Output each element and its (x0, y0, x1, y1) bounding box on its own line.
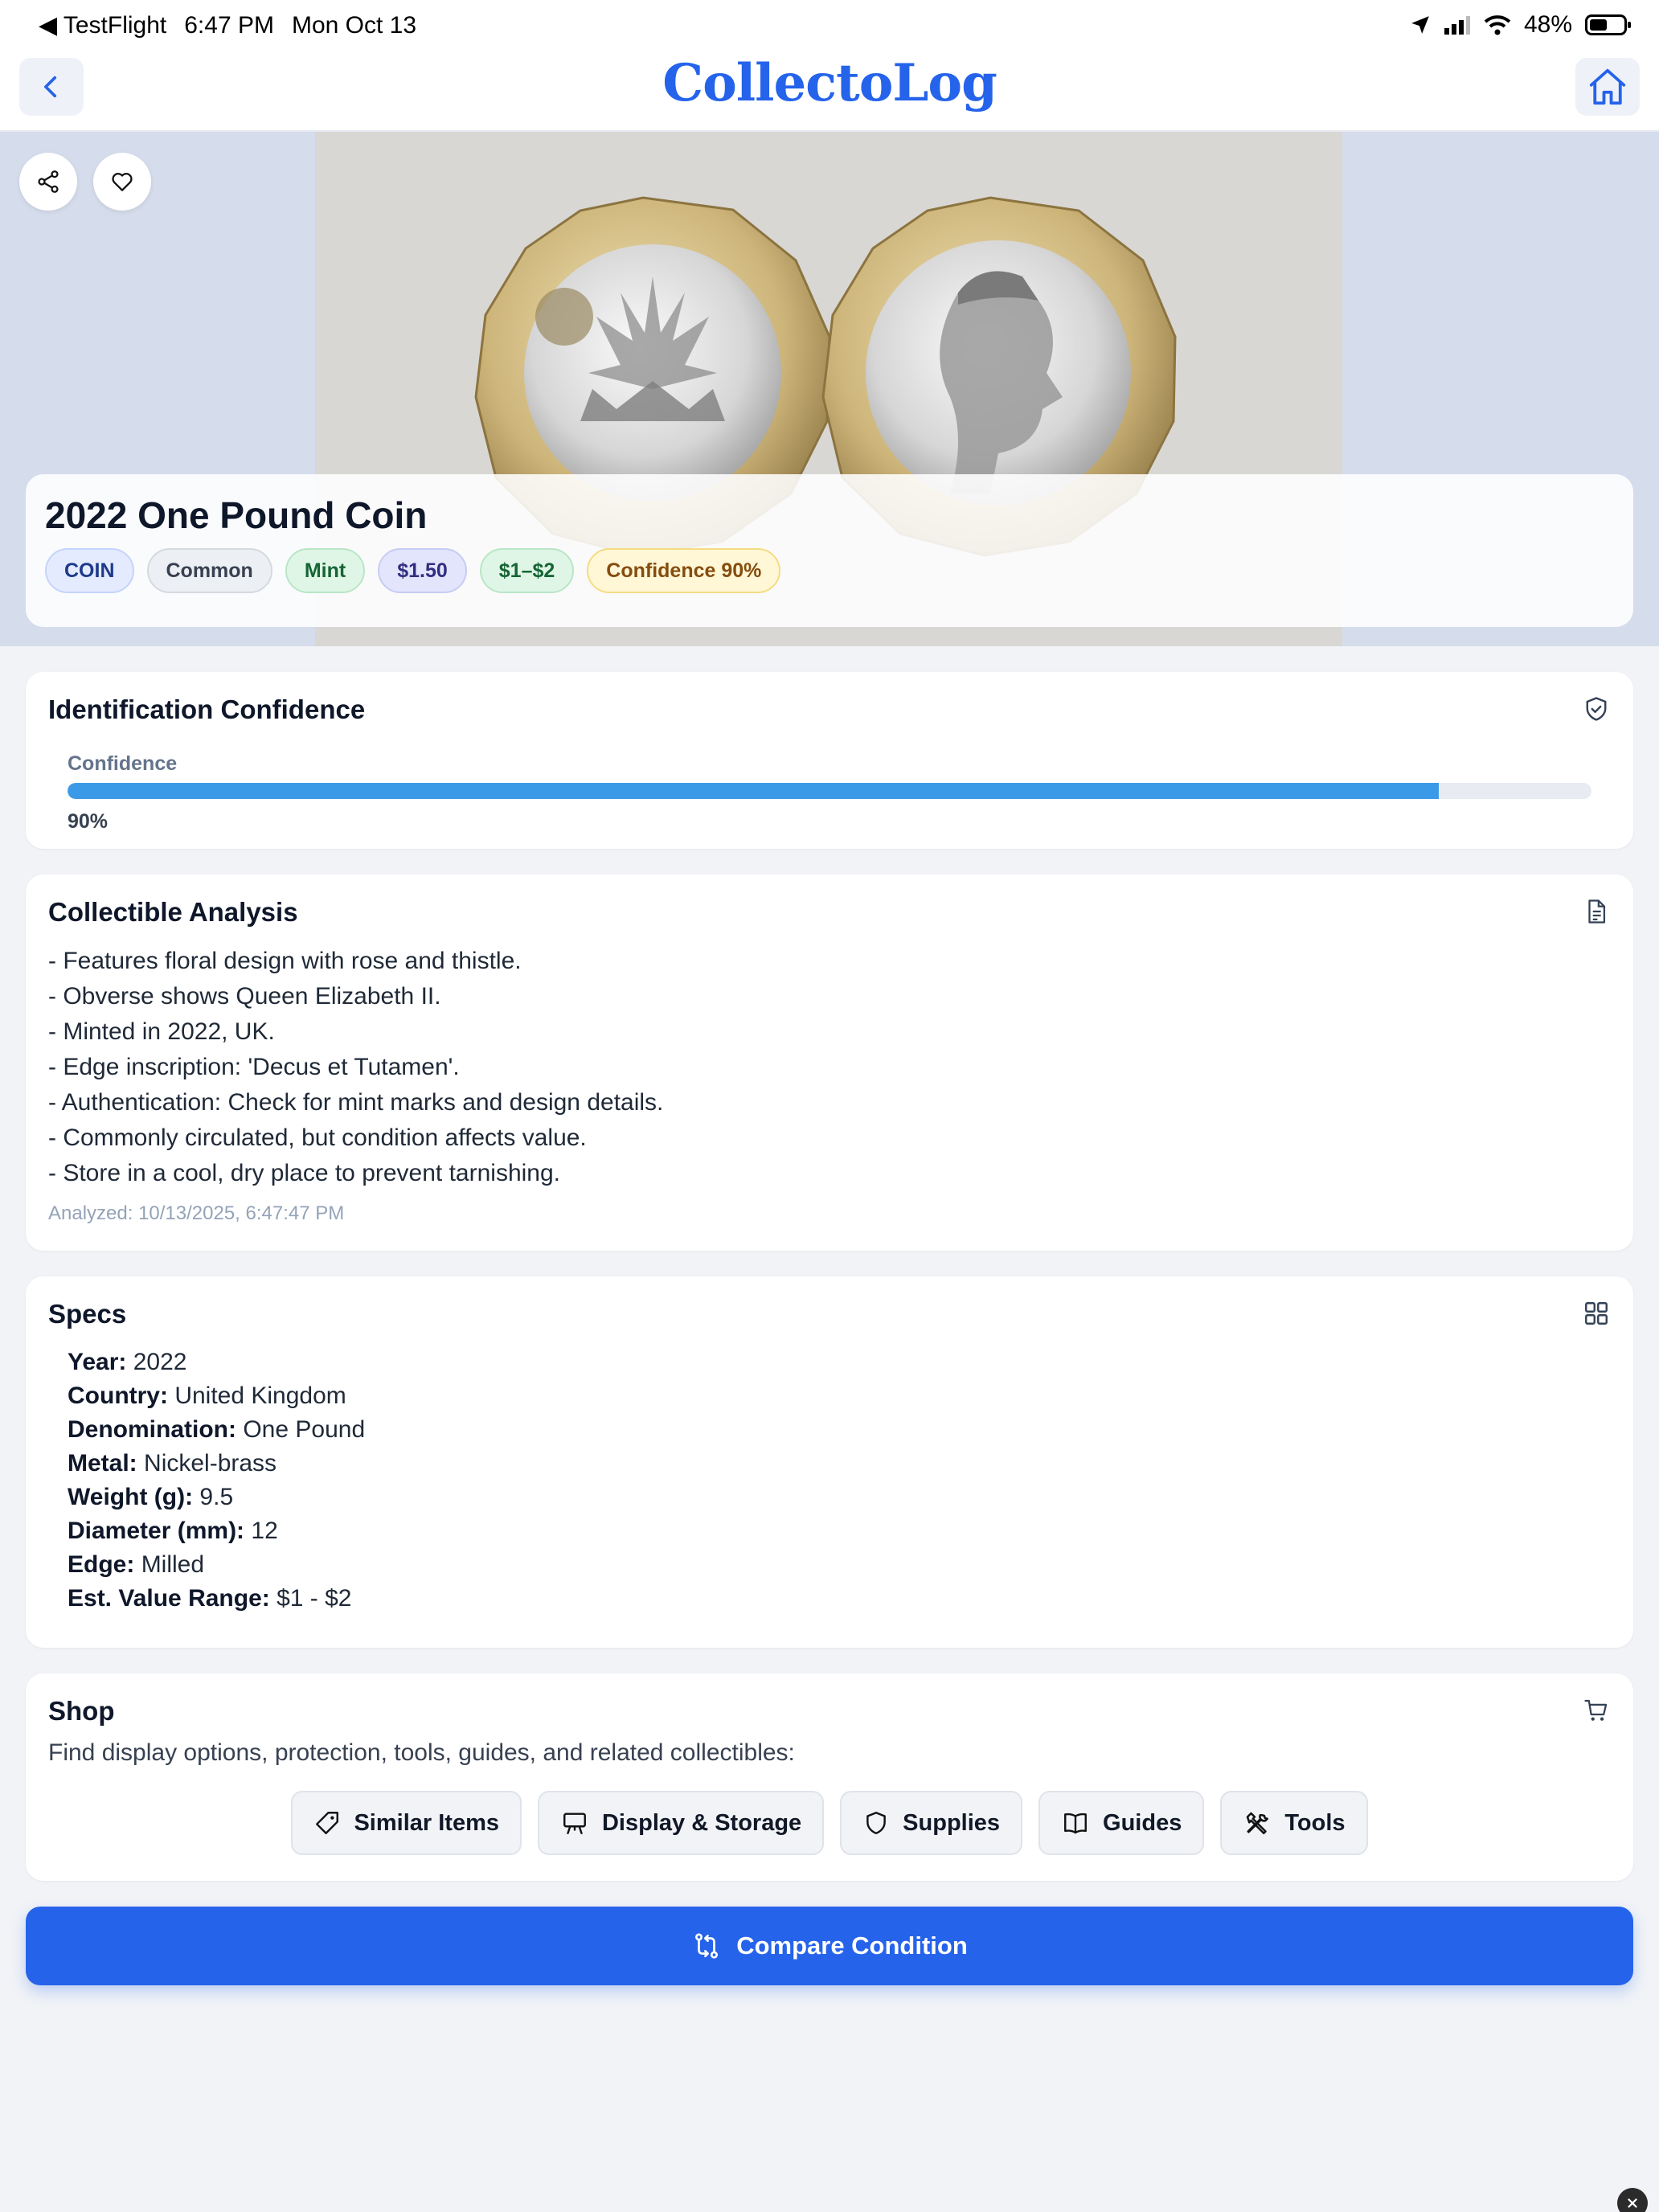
spec-label: Country: (68, 1382, 168, 1409)
back-to-app-link[interactable]: ◀ TestFlight (39, 11, 166, 39)
wifi-icon (1484, 15, 1511, 35)
shop-card: Shop Find display options, protection, t… (26, 1673, 1633, 1881)
status-bar: ◀ TestFlight 6:47 PM Mon Oct 13 48% (0, 0, 1659, 51)
similar-items-label: Similar Items (354, 1809, 499, 1836)
cellular-signal-icon (1444, 16, 1470, 35)
spec-row: Country: United Kingdom (68, 1379, 365, 1413)
tools-icon (1247, 1812, 1269, 1835)
spec-label: Metal: (68, 1450, 137, 1477)
specs-card-title: Specs (48, 1299, 127, 1329)
type-badge: COIN (45, 548, 134, 593)
close-overlay-button[interactable] (1617, 2188, 1648, 2212)
item-title: 2022 One Pound Coin (45, 494, 428, 536)
spec-value: Milled (141, 1551, 205, 1578)
tag-icon (316, 1812, 339, 1834)
analysis-list: - Features floral design with rose and t… (48, 944, 663, 1191)
price-badge: $1.50 (378, 548, 467, 593)
confidence-card-title: Identification Confidence (48, 694, 366, 724)
item-tags: COIN Common Mint $1.50 $1–$2 Confidence … (45, 548, 781, 593)
item-title-card: 2022 One Pound Coin COIN Common Mint $1.… (26, 474, 1633, 627)
shield-check-icon (1580, 693, 1612, 725)
home-button[interactable] (1575, 58, 1640, 116)
spec-value: United Kingdom (174, 1382, 346, 1409)
shop-card-title: Shop (48, 1696, 115, 1726)
value-range-badge: $1–$2 (479, 548, 575, 593)
spec-label: Weight (g): (68, 1484, 194, 1510)
analysis-card: Collectible Analysis - Features floral d… (26, 875, 1633, 1251)
spec-value: 12 (251, 1518, 278, 1544)
home-icon (1589, 68, 1626, 105)
confidence-badge: Confidence 90% (587, 548, 781, 593)
spec-value: 9.5 (199, 1484, 234, 1510)
confidence-label: Confidence (68, 752, 178, 775)
battery-icon (1585, 14, 1631, 35)
tools-label: Tools (1284, 1809, 1346, 1836)
tools-button[interactable]: Tools (1220, 1791, 1368, 1855)
analysis-line: - Obverse shows Queen Elizabeth II. (48, 983, 441, 1010)
spec-row: Est. Value Range: $1 - $2 (68, 1582, 365, 1616)
compare-condition-label: Compare Condition (736, 1931, 968, 1960)
close-icon (1628, 2198, 1637, 2208)
guides-button[interactable]: Guides (1038, 1791, 1205, 1855)
location-icon (1411, 16, 1429, 34)
analysis-line: - Commonly circulated, but condition aff… (48, 1124, 587, 1151)
confidence-value: 90% (68, 810, 109, 833)
supplies-label: Supplies (903, 1809, 1001, 1836)
favorite-button[interactable] (93, 153, 151, 211)
spec-value: $1 - $2 (276, 1585, 352, 1612)
spec-row: Edge: Milled (68, 1548, 365, 1582)
shop-description: Find display options, protection, tools,… (48, 1739, 795, 1766)
spec-row: Weight (g): 9.5 (68, 1481, 365, 1514)
spec-label: Diameter (mm): (68, 1518, 245, 1544)
analysis-line: - Store in a cool, dry place to prevent … (48, 1160, 561, 1186)
similar-items-button[interactable]: Similar Items (291, 1791, 522, 1855)
spec-label: Year: (68, 1349, 127, 1375)
app-title: CollectoLog (662, 53, 997, 113)
battery-percent: 48% (1523, 11, 1572, 38)
guides-label: Guides (1103, 1809, 1182, 1836)
display-storage-label: Display & Storage (601, 1809, 802, 1836)
analysis-line: - Authentication: Check for mint marks a… (48, 1089, 664, 1116)
share-icon (38, 170, 59, 193)
document-icon (1580, 895, 1612, 928)
specs-list: Year: 2022 Country: United Kingdom Denom… (68, 1346, 365, 1616)
grid-icon (1580, 1297, 1612, 1329)
rarity-badge: Common (146, 548, 272, 593)
condition-badge: Mint (285, 548, 366, 593)
spec-label: Denomination: (68, 1416, 236, 1443)
shield-icon (866, 1812, 887, 1834)
specs-card: Specs Year: 2022 Country: United Kingdom… (26, 1276, 1633, 1648)
spec-value: 2022 (133, 1349, 187, 1375)
spec-value: One Pound (243, 1416, 366, 1443)
analysis-line: - Features floral design with rose and t… (48, 948, 522, 974)
status-time: 6:47 PM (184, 11, 274, 39)
spec-row: Year: 2022 (68, 1346, 365, 1379)
confidence-card: Identification Confidence Confidence 90% (26, 672, 1633, 849)
status-date: Mon Oct 13 (291, 11, 417, 39)
item-hero: 2022 One Pound Coin COIN Common Mint $1.… (0, 132, 1659, 646)
display-easel-icon (563, 1813, 586, 1834)
analysis-line: - Edge inscription: 'Decus et Tutamen'. (48, 1054, 460, 1080)
spec-row: Diameter (mm): 12 (68, 1514, 365, 1548)
spec-value: Nickel-brass (144, 1450, 277, 1477)
confidence-progress-bar (68, 783, 1591, 799)
supplies-button[interactable]: Supplies (840, 1791, 1023, 1855)
shop-buttons: Similar Items Display & Storage Supplies… (26, 1791, 1633, 1855)
analysis-card-title: Collectible Analysis (48, 897, 298, 927)
book-icon (1064, 1813, 1087, 1834)
heart-icon (112, 173, 133, 191)
nav-bar: CollectoLog (0, 51, 1659, 132)
spec-label: Est. Value Range: (68, 1585, 270, 1612)
compare-arrows-icon (695, 1933, 719, 1959)
spec-row: Metal: Nickel-brass (68, 1447, 365, 1481)
spec-row: Denomination: One Pound (68, 1413, 365, 1447)
compare-condition-button[interactable]: Compare Condition (26, 1907, 1633, 1985)
analyzed-timestamp: Analyzed: 10/13/2025, 6:47:47 PM (48, 1202, 345, 1224)
analysis-line: - Minted in 2022, UK. (48, 1018, 275, 1045)
spec-label: Edge: (68, 1551, 135, 1578)
display-storage-button[interactable]: Display & Storage (537, 1791, 825, 1855)
cart-icon (1580, 1694, 1612, 1727)
confidence-progress-fill (68, 783, 1440, 799)
share-button[interactable] (19, 153, 77, 211)
